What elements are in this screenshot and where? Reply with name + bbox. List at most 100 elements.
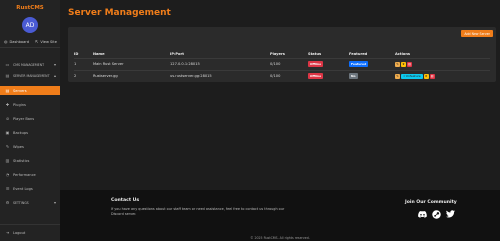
sidebar-item-performance[interactable]: ◔ Performance: [0, 170, 60, 179]
gear-icon: ⚙: [5, 200, 10, 205]
sidebar-section-cms-management[interactable]: ▭ CMS MANAGEMENT ▾: [0, 60, 60, 69]
sidebar-item-label: Player Bans: [13, 116, 35, 121]
dashboard-icon: ◍: [4, 39, 8, 44]
section-label: SETTINGS: [13, 200, 29, 205]
table-row: 2 Rustserver.gg us.rustserver.gg:28015 0…: [74, 71, 490, 81]
sidebar-item-plugins[interactable]: ✚ Plugins: [0, 100, 60, 109]
cell-players: 0/100: [270, 62, 281, 66]
cell-id: 1: [74, 62, 77, 66]
chevron-down-icon: ▾: [53, 200, 56, 205]
servers-panel: Add New Server ID Name IP:Port Players S…: [68, 27, 496, 82]
cell-status: Offline: [308, 59, 324, 69]
cell-name: Main Rust Server: [93, 62, 124, 66]
server-group-icon: ▤: [5, 73, 10, 78]
cell-ip-port: 127.0.0.1:28015: [170, 62, 200, 66]
header-players: Players: [270, 52, 285, 56]
sidebar-item-backups[interactable]: ▣ Backups: [0, 128, 60, 137]
chevron-up-icon: ▴: [53, 73, 56, 78]
steam-icon[interactable]: [431, 209, 441, 219]
dashboard-link[interactable]: Dashboard: [10, 40, 30, 44]
sidebar-item-player-bans[interactable]: ⊘ Player Bans: [0, 114, 60, 123]
trash-icon: ▥: [408, 62, 411, 66]
header-name: Name: [93, 52, 105, 56]
broom-icon: ✎: [5, 144, 10, 149]
cell-players: 0/100: [270, 74, 281, 78]
sidebar-section-server-management[interactable]: ▤ SERVER MANAGEMENT ▴: [0, 71, 60, 80]
cell-featured: No: [349, 71, 358, 81]
cell-ip-port: us.rustserver.gg:28015: [170, 74, 212, 78]
star-icon: ★: [424, 74, 428, 78]
folder-icon: ▭: [5, 62, 10, 67]
sidebar-item-label: Backups: [13, 130, 29, 135]
sidebar-item-label: Wipes: [13, 144, 24, 149]
sidebar-item-label: Event Logs: [13, 186, 33, 191]
sidebar-item-statistics[interactable]: ▥ Statistics: [0, 156, 60, 165]
cell-name: Rustserver.gg: [93, 74, 118, 78]
discord-icon[interactable]: [417, 209, 427, 219]
cell-actions: ✎ ★ ▥: [395, 59, 413, 69]
footer: Contact Us If you have any questions abo…: [60, 190, 500, 241]
header-status: Status: [308, 52, 322, 56]
edit-button[interactable]: ✎: [395, 73, 400, 79]
cell-id: 2: [74, 74, 77, 78]
table-row: 1 Main Rust Server 127.0.0.1:28015 0/100…: [74, 59, 490, 69]
edit-button[interactable]: ✎: [395, 61, 400, 67]
sidebar-item-label: Servers: [13, 88, 27, 93]
puzzle-icon: ✚: [5, 102, 10, 107]
copyright: © 2025 RustCMS. All rights reserved.: [250, 236, 310, 240]
sidebar-item-event-logs[interactable]: ☰ Event Logs: [0, 184, 60, 193]
external-link-icon: ⇱: [35, 39, 39, 44]
trash-icon: ▥: [430, 74, 434, 78]
divider: [0, 224, 60, 225]
delete-button[interactable]: ▥: [429, 73, 435, 79]
header-featured: Featured: [349, 52, 368, 56]
add-server-button[interactable]: Add New Server: [461, 30, 493, 37]
divider: [0, 47, 60, 48]
twitter-icon[interactable]: [445, 209, 455, 219]
header-id: ID: [74, 52, 79, 56]
avatar[interactable]: AD: [22, 17, 38, 33]
chart-icon: ▥: [5, 158, 10, 163]
status-badge: Offline: [308, 61, 324, 67]
delete-button[interactable]: ▥: [407, 61, 412, 67]
view-site-link[interactable]: View Site: [40, 40, 57, 44]
featured-badge: No: [349, 73, 358, 79]
feature-button[interactable]: ★: [401, 61, 406, 67]
sidebar: RustCMS AD ◍ Dashboard ⇱ View Site ▭ CMS…: [0, 0, 60, 241]
logout-button[interactable]: ⇥ Logout: [0, 228, 60, 237]
server-icon: ▤: [5, 88, 10, 93]
brand-logo[interactable]: RustCMS: [0, 5, 60, 11]
community-title: Join Our Community: [405, 200, 457, 205]
main-content: Server Management Add New Server ID Name…: [60, 0, 500, 241]
unfeature-label: Unfeature: [405, 74, 421, 78]
star-icon: ★: [402, 62, 405, 66]
user-links: ◍ Dashboard ⇱ View Site: [4, 39, 60, 44]
page-title: Server Management: [68, 8, 171, 18]
cell-featured: Featured: [349, 59, 369, 69]
feature-button[interactable]: ★: [423, 73, 429, 79]
cell-actions: ✎ ☆ Unfeature ★ ▥: [395, 71, 436, 81]
featured-badge: Featured: [349, 61, 369, 67]
sidebar-item-wipes[interactable]: ✎ Wipes: [0, 142, 60, 151]
sidebar-item-label: Performance: [13, 172, 36, 177]
section-label: SERVER MANAGEMENT: [13, 73, 50, 78]
edit-icon: ✎: [396, 62, 399, 66]
contact-text: If you have any questions about our staf…: [111, 207, 285, 216]
gauge-icon: ◔: [5, 172, 10, 177]
sidebar-item-label: Plugins: [13, 102, 26, 107]
logout-label: Logout: [13, 230, 26, 235]
unfeature-button[interactable]: ☆ Unfeature: [401, 73, 423, 79]
sidebar-item-label: Statistics: [13, 158, 30, 163]
status-badge: Offline: [308, 73, 324, 79]
sidebar-item-servers[interactable]: ▤ Servers: [0, 86, 60, 95]
chevron-down-icon: ▾: [53, 62, 56, 67]
contact-title: Contact Us: [111, 198, 140, 203]
section-label: CMS MANAGEMENT: [13, 62, 45, 67]
sidebar-section-settings[interactable]: ⚙ SETTINGS ▾: [0, 198, 60, 207]
ban-icon: ⊘: [5, 116, 10, 121]
header-ip-port: IP:Port: [170, 52, 185, 56]
header-actions: Actions: [395, 52, 411, 56]
cell-status: Offline: [308, 71, 324, 81]
edit-icon: ✎: [396, 74, 399, 78]
database-icon: ▣: [5, 130, 10, 135]
